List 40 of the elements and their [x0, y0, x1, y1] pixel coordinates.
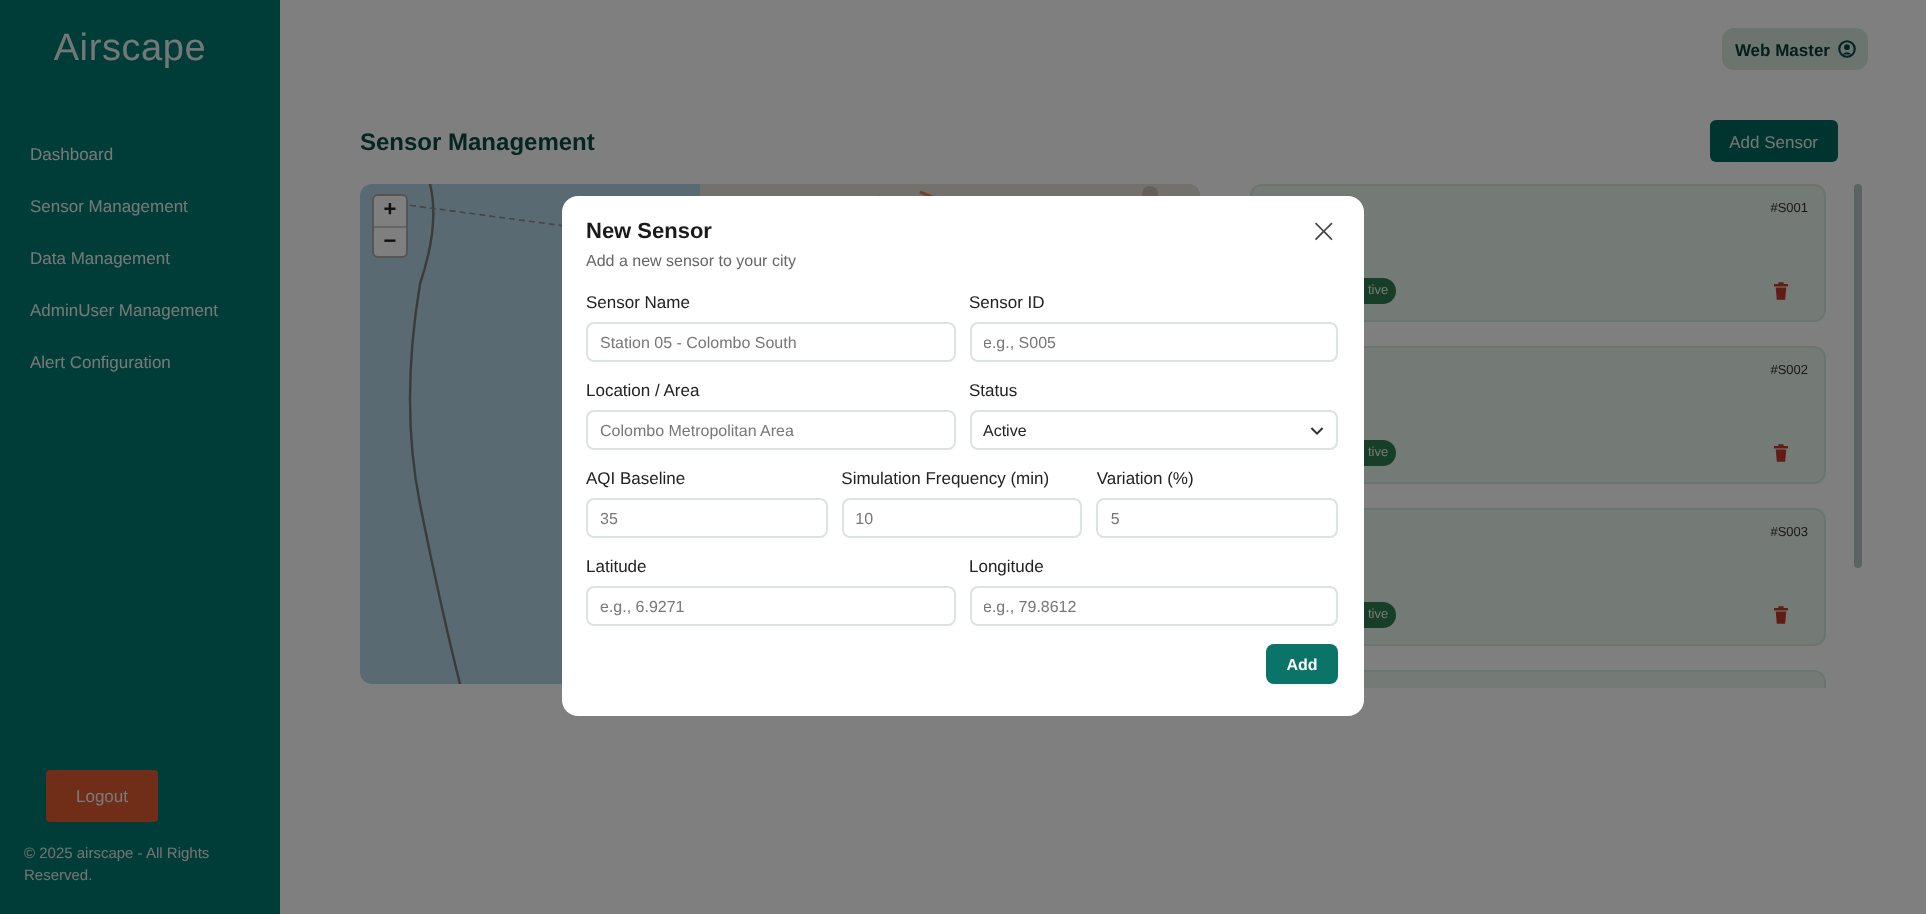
input-field[interactable]: Colombo Metropolitan Area: [586, 410, 955, 450]
sidebar-item[interactable]: Sensor Management: [30, 192, 280, 222]
field-label: Variation (%): [1096, 468, 1196, 490]
field-label: Simulation Frequency (min): [841, 468, 1052, 490]
user-menu-button[interactable]: Web Master: [1722, 28, 1868, 70]
trash-icon[interactable]: [1774, 606, 1788, 624]
close-button[interactable]: ×: [1309, 218, 1338, 246]
input-field[interactable]: e.g., 79.8612: [969, 586, 1338, 626]
page-title: Sensor Management: [360, 127, 595, 155]
add-button[interactable]: Add: [1266, 644, 1338, 684]
zoom-in-button[interactable]: +: [374, 196, 406, 226]
input-field[interactable]: Station 05 - Colombo South: [586, 322, 955, 362]
zoom-out-button[interactable]: −: [374, 226, 406, 256]
dialog-subtitle: Add a new sensor to your city: [586, 252, 796, 270]
trash-icon[interactable]: [1774, 282, 1788, 300]
input-field[interactable]: 10: [841, 498, 1083, 538]
input-field[interactable]: e.g., 6.9271: [586, 586, 955, 626]
input-field[interactable]: 35: [586, 498, 828, 538]
trash-icon[interactable]: [1774, 444, 1788, 462]
input-field[interactable]: e.g., S005: [969, 322, 1338, 362]
status-dropdown[interactable]: Active: [969, 410, 1338, 450]
field-label: Sensor Name: [586, 292, 692, 314]
field-label: Longitude: [969, 556, 1046, 578]
input-field[interactable]: 5: [1096, 498, 1338, 538]
dialog-title: New Sensor: [586, 218, 714, 246]
sidebar-item[interactable]: Dashboard: [30, 140, 280, 170]
sidebar-item[interactable]: Data Management: [30, 244, 280, 274]
sidebar-item[interactable]: Alert Configuration: [30, 348, 280, 378]
user-icon: [1838, 40, 1856, 58]
add-sensor-button[interactable]: Add Sensor: [1709, 120, 1838, 162]
chevron-down-icon: [1310, 425, 1324, 435]
field-label: Sensor ID: [969, 292, 1047, 314]
scrollbar[interactable]: [1854, 184, 1862, 568]
logo: Airscape: [51, 28, 209, 72]
sidebar-item[interactable]: AdminUser Management: [30, 296, 280, 326]
field-label: AQI Baseline: [586, 468, 688, 490]
field-label: Location / Area: [586, 380, 702, 402]
field-label: Status: [969, 380, 1020, 402]
logout-button[interactable]: Logout: [46, 770, 158, 822]
field-label: Latitude: [586, 556, 649, 578]
